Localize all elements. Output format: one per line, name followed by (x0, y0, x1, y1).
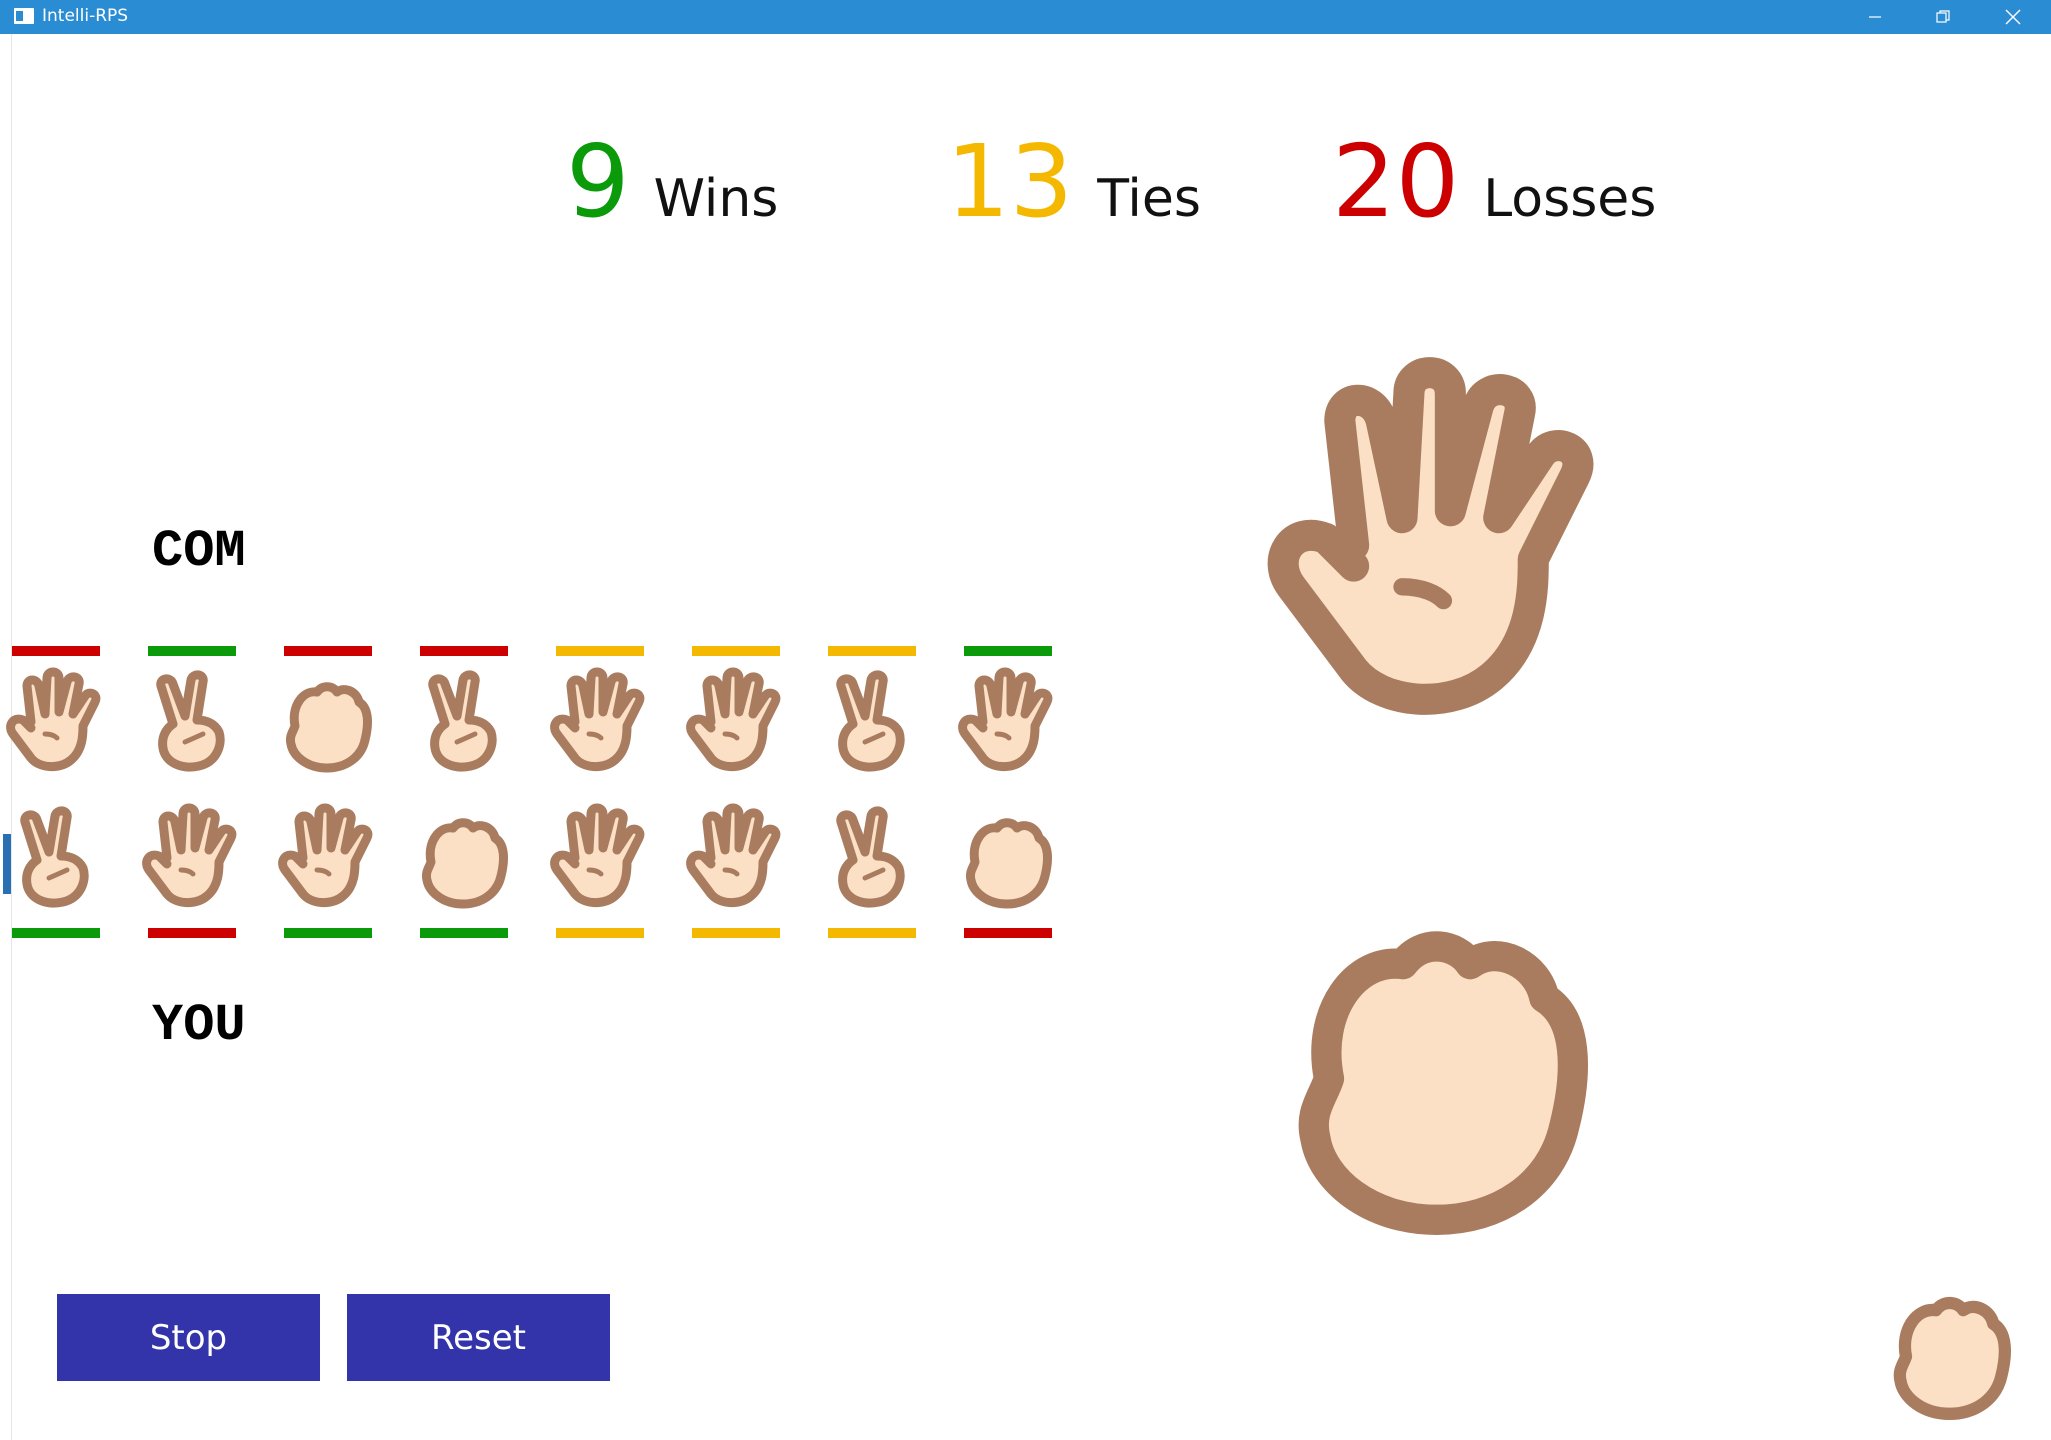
score-wins: 9 Wins (566, 132, 778, 232)
minimize-button[interactable] (1842, 0, 1908, 34)
app-icon (14, 8, 34, 24)
com-result-bar (964, 646, 1052, 656)
window-title: Intelli-RPS (42, 6, 129, 26)
score-ties: 13 Ties (946, 132, 1201, 232)
close-button[interactable] (1980, 0, 2046, 34)
you-current-move (1230, 870, 1650, 1240)
paper-hand-icon (550, 667, 645, 771)
restore-icon (1936, 10, 1950, 23)
you-result-bar (284, 928, 372, 938)
com-label: COM (152, 522, 246, 581)
com-result-bar (556, 646, 644, 656)
com-result-bar (692, 646, 780, 656)
you-result-bar (692, 928, 780, 938)
com-result-bar (12, 646, 100, 656)
window-titlebar: Intelli-RPS (0, 0, 2051, 34)
scissors-hand-icon (836, 670, 905, 772)
com-current-move (1230, 345, 1650, 725)
paper-hand-icon (142, 803, 237, 907)
com-result-bar (828, 646, 916, 656)
score-losses: 20 Losses (1332, 132, 1656, 232)
you-result-bar (12, 928, 100, 938)
ties-count: 13 (946, 123, 1074, 240)
scissors-hand-icon (428, 670, 497, 772)
wins-label: Wins (653, 169, 779, 229)
you-result-bar (420, 928, 508, 938)
rock-hand-icon (286, 682, 372, 773)
you-result-bar (964, 928, 1052, 938)
reset-button[interactable]: Reset (347, 1294, 610, 1381)
paper-hand-icon (686, 803, 781, 907)
you-label: YOU (152, 996, 246, 1055)
com-result-bar (420, 646, 508, 656)
rock-hand-icon (1893, 1296, 2011, 1420)
com-result-bar (284, 646, 372, 656)
com-result-bar (148, 646, 236, 656)
next-move-indicator (1876, 1272, 2026, 1422)
you-result-bar (148, 928, 236, 938)
paper-hand-icon (1267, 357, 1594, 715)
paper-hand-icon (958, 667, 1053, 771)
losses-label: Losses (1483, 169, 1657, 229)
losses-count: 20 (1332, 123, 1460, 240)
ties-label: Ties (1097, 169, 1201, 229)
wins-count: 9 (566, 123, 630, 240)
paper-hand-icon (278, 803, 373, 907)
you-result-bar (556, 928, 644, 938)
scissors-hand-icon (156, 670, 225, 772)
rock-hand-icon (1298, 931, 1588, 1235)
paper-hand-icon (6, 667, 101, 771)
stop-button[interactable]: Stop (57, 1294, 320, 1381)
you-result-bar (828, 928, 916, 938)
rock-hand-icon (422, 818, 508, 909)
scissors-hand-icon (836, 806, 905, 908)
paper-hand-icon (550, 803, 645, 907)
rock-hand-icon (966, 818, 1052, 909)
minimize-icon (1869, 16, 1881, 18)
paper-hand-icon (686, 667, 781, 771)
move-history (0, 640, 1080, 940)
close-icon (2005, 9, 2021, 25)
scissors-hand-icon (20, 806, 89, 908)
restore-button[interactable] (1910, 0, 1976, 34)
